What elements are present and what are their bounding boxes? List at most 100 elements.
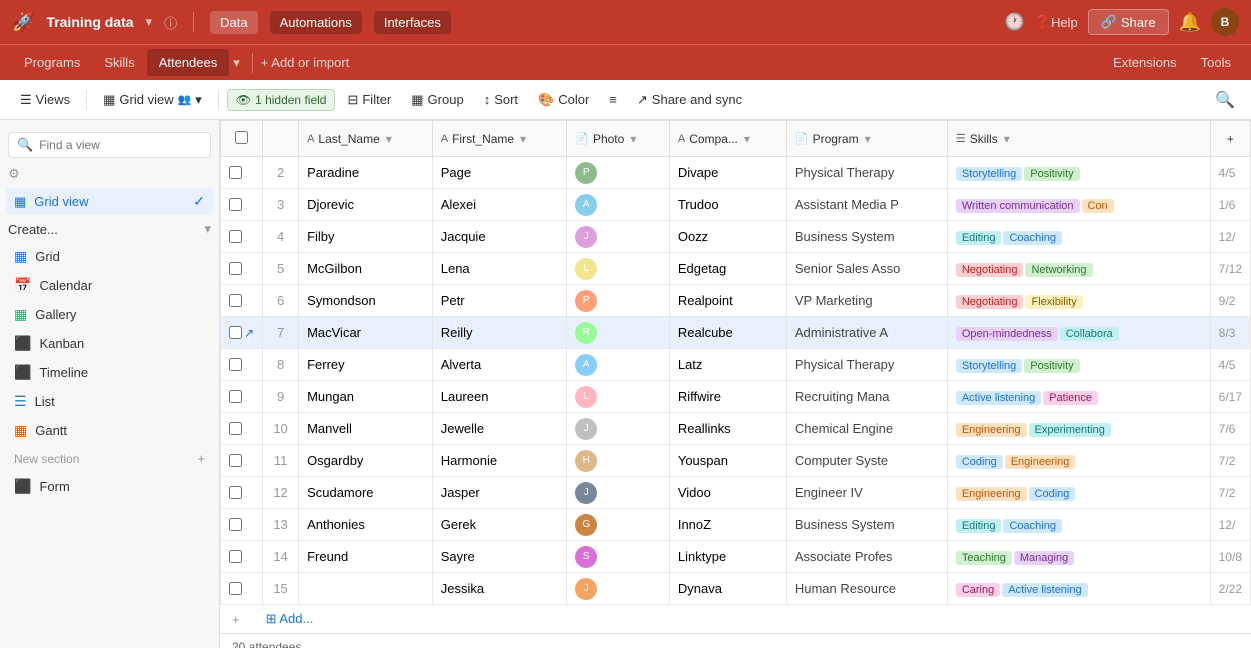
color-btn[interactable]: 🎨 Color bbox=[530, 88, 597, 112]
row-checkbox[interactable] bbox=[229, 454, 242, 467]
skill-tag[interactable]: Experimenting bbox=[1029, 423, 1111, 437]
cell-skills[interactable]: CodingEngineering bbox=[947, 445, 1210, 477]
cell-photo[interactable]: G bbox=[567, 509, 670, 541]
cell-skills[interactable]: EditingCoaching bbox=[947, 509, 1210, 541]
help-btn[interactable]: ❓ Help bbox=[1035, 14, 1078, 30]
add-import-btn[interactable]: + Add or import bbox=[261, 55, 350, 70]
skill-tag[interactable]: Active listening bbox=[1002, 583, 1087, 597]
sidebar-item-form[interactable]: ⬛ Form + bbox=[6, 473, 213, 500]
cell-company[interactable]: Reallinks bbox=[669, 413, 786, 445]
sort-btn[interactable]: ↕ Sort bbox=[476, 88, 526, 111]
cell-company[interactable]: Realcube bbox=[669, 317, 786, 349]
cell-last-name[interactable] bbox=[299, 573, 433, 605]
cell-photo[interactable]: S bbox=[567, 541, 670, 573]
skill-tag[interactable]: Positivity bbox=[1024, 167, 1079, 181]
cell-first-name[interactable]: Harmonie bbox=[432, 445, 567, 477]
skill-tag[interactable]: Storytelling bbox=[956, 167, 1022, 181]
cell-company[interactable]: Edgetag bbox=[669, 253, 786, 285]
cell-photo[interactable]: A bbox=[567, 349, 670, 381]
hidden-field-btn[interactable]: 👁 1 hidden field bbox=[227, 89, 336, 111]
cell-company[interactable]: Dynava bbox=[669, 573, 786, 605]
skill-tag[interactable]: Storytelling bbox=[956, 359, 1022, 373]
tabs-dropdown[interactable]: ▾ bbox=[229, 49, 244, 77]
grid-view-dropdown-icon[interactable]: ▾ bbox=[195, 92, 202, 108]
cell-first-name[interactable]: Jacquie bbox=[432, 221, 567, 253]
sidebar-item-list[interactable]: ☰ List + bbox=[6, 387, 213, 415]
extensions-btn[interactable]: Extensions bbox=[1105, 51, 1185, 74]
cell-company[interactable]: Trudoo bbox=[669, 189, 786, 221]
col-company[interactable]: A Compa... ▾ bbox=[669, 121, 786, 157]
cell-skills[interactable]: TeachingManaging bbox=[947, 541, 1210, 573]
col-last-name[interactable]: A Last_Name ▾ bbox=[299, 121, 433, 157]
cell-skills[interactable]: NegotiatingNetworking bbox=[947, 253, 1210, 285]
cell-first-name[interactable]: Petr bbox=[432, 285, 567, 317]
skill-tag[interactable]: Collabora bbox=[1060, 327, 1119, 341]
tab-skills[interactable]: Skills bbox=[92, 49, 146, 76]
cell-photo[interactable]: P bbox=[567, 285, 670, 317]
cell-skills[interactable]: Written communicationCon bbox=[947, 189, 1210, 221]
views-btn[interactable]: ☰ Views bbox=[12, 88, 78, 112]
skill-tag[interactable]: Coding bbox=[1029, 487, 1076, 501]
cell-program[interactable]: Physical Therapy bbox=[786, 349, 947, 381]
cell-company[interactable]: Riffwire bbox=[669, 381, 786, 413]
cell-first-name[interactable]: Jessika bbox=[432, 573, 567, 605]
cell-company[interactable]: Linktype bbox=[669, 541, 786, 573]
cell-first-name[interactable]: Jewelle bbox=[432, 413, 567, 445]
cell-first-name[interactable]: Alverta bbox=[432, 349, 567, 381]
cell-first-name[interactable]: Page bbox=[432, 157, 567, 189]
app-title[interactable]: Training data bbox=[46, 14, 133, 30]
share-button[interactable]: 🔗 Share bbox=[1088, 9, 1169, 35]
skill-tag[interactable]: Active listening bbox=[956, 391, 1041, 405]
cell-program[interactable]: Business System bbox=[786, 221, 947, 253]
cell-program[interactable]: VP Marketing bbox=[786, 285, 947, 317]
cell-last-name[interactable]: Symondson bbox=[299, 285, 433, 317]
tab-attendees[interactable]: Attendees bbox=[147, 49, 230, 76]
cell-skills[interactable]: CaringActive listening bbox=[947, 573, 1210, 605]
cell-company[interactable]: Youspan bbox=[669, 445, 786, 477]
skill-tag[interactable]: Managing bbox=[1014, 551, 1074, 565]
cell-skills[interactable]: EngineeringCoding bbox=[947, 477, 1210, 509]
cell-photo[interactable]: R bbox=[567, 317, 670, 349]
create-label[interactable]: Create... bbox=[8, 222, 58, 237]
cell-company[interactable]: Vidoo bbox=[669, 477, 786, 509]
cell-first-name[interactable]: Alexei bbox=[432, 189, 567, 221]
cell-last-name[interactable]: Mungan bbox=[299, 381, 433, 413]
col-first-name[interactable]: A First_Name ▾ bbox=[432, 121, 567, 157]
cell-program[interactable]: Physical Therapy bbox=[786, 157, 947, 189]
cell-company[interactable]: Divape bbox=[669, 157, 786, 189]
cell-last-name[interactable]: Ferrey bbox=[299, 349, 433, 381]
header-checkbox-cell[interactable] bbox=[221, 121, 263, 157]
sidebar-item-gallery[interactable]: ▦ Gallery + bbox=[6, 300, 213, 328]
group-btn[interactable]: ▦ Group bbox=[403, 88, 471, 112]
skill-tag[interactable]: Teaching bbox=[956, 551, 1012, 565]
cell-skills[interactable]: EditingCoaching bbox=[947, 221, 1210, 253]
skill-tag[interactable]: Flexibility bbox=[1025, 295, 1082, 309]
col-skills[interactable]: ☰ Skills ▾ bbox=[947, 121, 1210, 157]
add-row-btn[interactable]: + ⊞ Add... bbox=[220, 605, 1251, 633]
cell-photo[interactable]: P bbox=[567, 157, 670, 189]
skill-tag[interactable]: Coaching bbox=[1003, 231, 1061, 245]
sidebar-item-timeline[interactable]: ⬛ Timeline + bbox=[6, 358, 213, 386]
app-info-icon[interactable]: ⓘ bbox=[164, 13, 177, 32]
cell-company[interactable]: InnoZ bbox=[669, 509, 786, 541]
cell-program[interactable]: Associate Profes bbox=[786, 541, 947, 573]
cell-program[interactable]: Business System bbox=[786, 509, 947, 541]
search-btn[interactable]: 🔍 bbox=[1211, 86, 1239, 114]
cell-first-name[interactable]: Laureen bbox=[432, 381, 567, 413]
tab-programs[interactable]: Programs bbox=[12, 49, 92, 76]
cell-last-name[interactable]: McGilbon bbox=[299, 253, 433, 285]
add-from-icon[interactable]: ⊞ Add... bbox=[266, 611, 314, 627]
skill-tag[interactable]: Coaching bbox=[1003, 519, 1061, 533]
share-sync-btn[interactable]: ↗ Share and sync bbox=[629, 88, 750, 112]
skill-tag[interactable]: Caring bbox=[956, 583, 1000, 597]
row-checkbox[interactable] bbox=[229, 422, 242, 435]
cell-skills[interactable]: NegotiatingFlexibility bbox=[947, 285, 1210, 317]
grid-view-item[interactable]: ▦ Grid view ✓ bbox=[6, 188, 213, 215]
col-sort-icon[interactable]: ▾ bbox=[386, 132, 392, 146]
row-checkbox[interactable] bbox=[229, 166, 242, 179]
cell-skills[interactable]: Open-mindednessCollabora bbox=[947, 317, 1210, 349]
cell-first-name[interactable]: Jasper bbox=[432, 477, 567, 509]
cell-company[interactable]: Oozz bbox=[669, 221, 786, 253]
cell-program[interactable]: Assistant Media P bbox=[786, 189, 947, 221]
row-checkbox[interactable] bbox=[229, 326, 242, 339]
